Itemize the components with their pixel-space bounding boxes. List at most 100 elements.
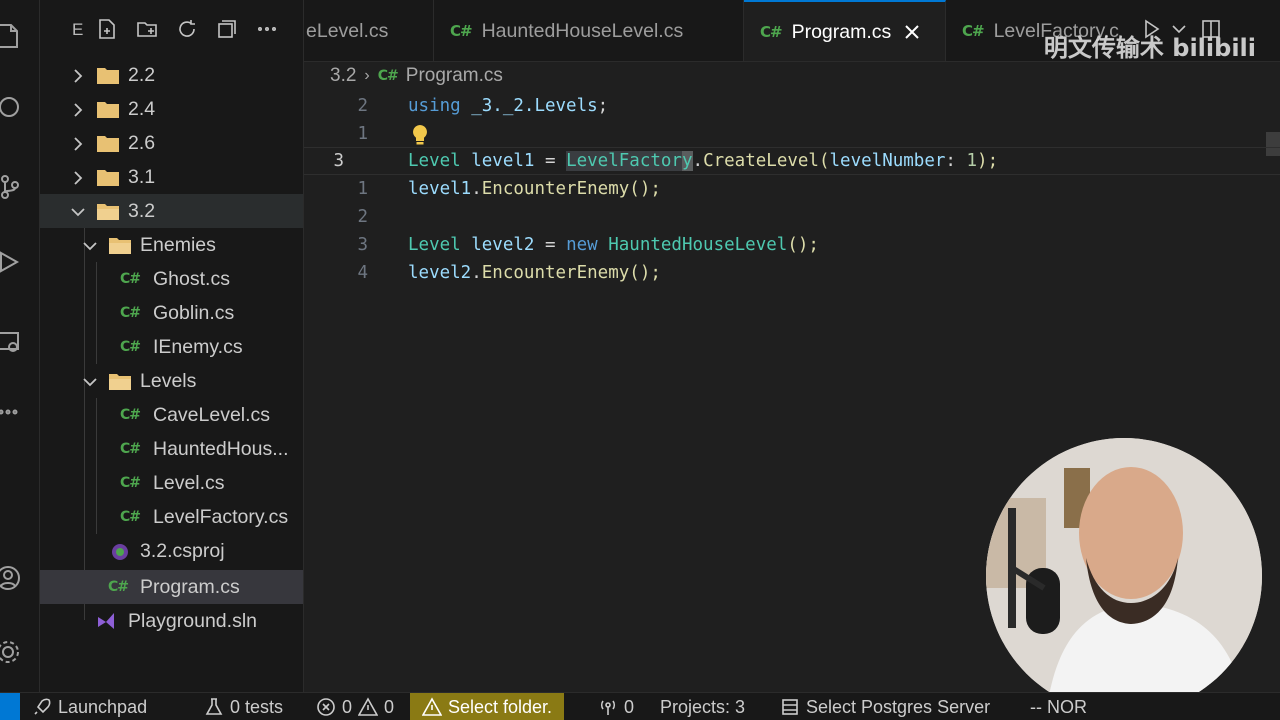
- tree-folder-2-2[interactable]: 2.2: [40, 58, 303, 92]
- tree-label: Goblin.cs: [153, 301, 235, 324]
- tree-file-program-cs[interactable]: C# Program.cs: [40, 570, 303, 604]
- webcam-overlay: [986, 438, 1262, 714]
- tree-folder-2-4[interactable]: 2.4: [40, 92, 303, 126]
- presenter-image: [986, 438, 1262, 714]
- code-line: 1: [304, 120, 1280, 148]
- warning-icon: [422, 697, 442, 716]
- code-text: level2.EncounterEnemy();: [408, 263, 661, 283]
- source-control-icon[interactable]: [0, 170, 24, 202]
- tab-label: eLevel.cs: [306, 19, 389, 42]
- postgres-button[interactable]: Select Postgres Server: [780, 693, 990, 720]
- activity-bar: [0, 0, 40, 692]
- folder-open-icon: [108, 235, 132, 255]
- tree-file-playground-sln[interactable]: Playground.sln: [40, 604, 303, 638]
- tab-levellevel-cs[interactable]: eLevel.cs: [304, 0, 434, 61]
- code-line: 3 Level level2 = new HauntedHouseLevel()…: [304, 231, 1280, 259]
- line-number: 3: [357, 235, 368, 255]
- tab-label: Program.cs: [791, 20, 892, 43]
- run-debug-icon[interactable]: [0, 246, 24, 278]
- warnings-count: 0: [384, 696, 395, 717]
- chevron-right-icon: [70, 67, 86, 83]
- csharp-file-icon: C#: [760, 23, 783, 41]
- warning-icon: [358, 697, 379, 716]
- code-text: Level level1 = LevelFactory.CreateLevel(…: [408, 151, 999, 171]
- refresh-icon[interactable]: [174, 16, 200, 42]
- chevron-right-icon: ›: [364, 67, 370, 84]
- close-icon[interactable]: [903, 23, 921, 41]
- tab-program-cs[interactable]: C# Program.cs: [744, 0, 946, 61]
- breadcrumb-folder[interactable]: 3.2: [330, 65, 356, 87]
- tree-file-levelfactory-cs[interactable]: C# LevelFactory.cs: [40, 500, 303, 534]
- csharp-file-icon: C#: [120, 339, 141, 355]
- vim-mode: -- NOR: [1030, 693, 1087, 720]
- tree-file-ienemy-cs[interactable]: C# IEnemy.cs: [40, 330, 303, 364]
- launchpad-label: Launchpad: [58, 696, 148, 717]
- tree-folder-levels[interactable]: Levels: [40, 364, 303, 398]
- projects-button[interactable]: Projects: 3: [660, 693, 745, 720]
- line-number: 3: [333, 151, 344, 171]
- tests-button[interactable]: 0 tests: [204, 693, 283, 720]
- tree-file-hauntedhouselevel-cs[interactable]: C# HauntedHous...: [40, 432, 303, 466]
- lightbulb-icon[interactable]: [410, 124, 430, 146]
- beaker-icon: [205, 698, 223, 715]
- bilibili-watermark: 明文传输术 bilibili: [1043, 34, 1256, 62]
- chevron-down-icon: [82, 237, 98, 253]
- csharp-file-icon: C#: [377, 68, 399, 84]
- vim-mode-label: -- NOR: [1030, 696, 1087, 717]
- remote-indicator[interactable]: [0, 693, 20, 720]
- launchpad-button[interactable]: Launchpad: [32, 693, 147, 720]
- collapse-all-icon[interactable]: [214, 16, 240, 42]
- problems-button[interactable]: 0 0: [316, 693, 394, 720]
- csharp-file-icon: C#: [108, 579, 129, 595]
- csharp-file-icon: C#: [120, 305, 141, 321]
- more-icon[interactable]: [0, 396, 24, 428]
- tree-file-ghost-cs[interactable]: C# Ghost.cs: [40, 262, 303, 296]
- line-number: 4: [357, 263, 368, 283]
- new-file-icon[interactable]: [94, 16, 120, 42]
- tree-folder-3-1[interactable]: 3.1: [40, 160, 303, 194]
- tree-label: 3.1: [128, 165, 156, 188]
- tab-hauntedhouselevel-cs[interactable]: C# HauntedHouseLevel.cs: [434, 0, 744, 61]
- line-number: 2: [357, 96, 368, 116]
- select-folder-label: Select folder.: [448, 696, 553, 717]
- new-folder-icon[interactable]: [134, 16, 160, 42]
- breadcrumb-file[interactable]: Program.cs: [406, 65, 503, 87]
- folder-open-icon: [108, 371, 132, 391]
- tree-folder-3-2[interactable]: 3.2: [40, 194, 303, 228]
- code-line: 1 level1.EncounterEnemy();: [304, 175, 1280, 203]
- settings-gear-icon[interactable]: [0, 636, 24, 668]
- folder-icon: [96, 167, 120, 187]
- search-icon[interactable]: [0, 92, 24, 124]
- tree-label: 2.4: [128, 97, 156, 120]
- tree-folder-2-6[interactable]: 2.6: [40, 126, 303, 160]
- folder-icon: [96, 65, 120, 85]
- tree-file-level-cs[interactable]: C# Level.cs: [40, 466, 303, 500]
- explorer-title: E: [72, 20, 84, 39]
- tree-label: 2.2: [128, 63, 156, 86]
- account-icon[interactable]: [0, 562, 24, 594]
- select-folder-button[interactable]: Select folder.: [410, 693, 565, 720]
- line-number: 2: [357, 207, 368, 227]
- postgres-label: Select Postgres Server: [806, 696, 991, 717]
- status-bar: Launchpad 0 tests 0 0 Select folder. 0 P…: [0, 692, 1280, 720]
- tree-folder-enemies[interactable]: Enemies: [40, 228, 303, 262]
- ports-button[interactable]: 0: [598, 693, 634, 720]
- csproj-icon: [108, 541, 132, 561]
- tree-label: Ghost.cs: [153, 267, 230, 290]
- tree-label: LevelFactory.cs: [153, 505, 289, 528]
- csharp-file-icon: C#: [120, 441, 141, 457]
- tree-label: Levels: [140, 369, 197, 392]
- code-text: Level level2 = new HauntedHouseLevel();: [408, 235, 819, 255]
- explorer-icon[interactable]: [0, 20, 24, 52]
- tab-label: HauntedHouseLevel.cs: [481, 19, 684, 42]
- tests-label: 0 tests: [230, 696, 284, 717]
- tree-file-goblin-cs[interactable]: C# Goblin.cs: [40, 296, 303, 330]
- projects-label: Projects: 3: [660, 696, 746, 717]
- tree-label: HauntedHous...: [153, 437, 289, 460]
- remote-explorer-icon[interactable]: [0, 326, 24, 358]
- antenna-icon: [600, 700, 616, 715]
- more-actions-icon[interactable]: [254, 16, 280, 42]
- tree-file-csproj[interactable]: 3.2.csproj: [40, 534, 303, 568]
- rocket-icon: [34, 698, 51, 715]
- tree-file-cavelevel-cs[interactable]: C# CaveLevel.cs: [40, 398, 303, 432]
